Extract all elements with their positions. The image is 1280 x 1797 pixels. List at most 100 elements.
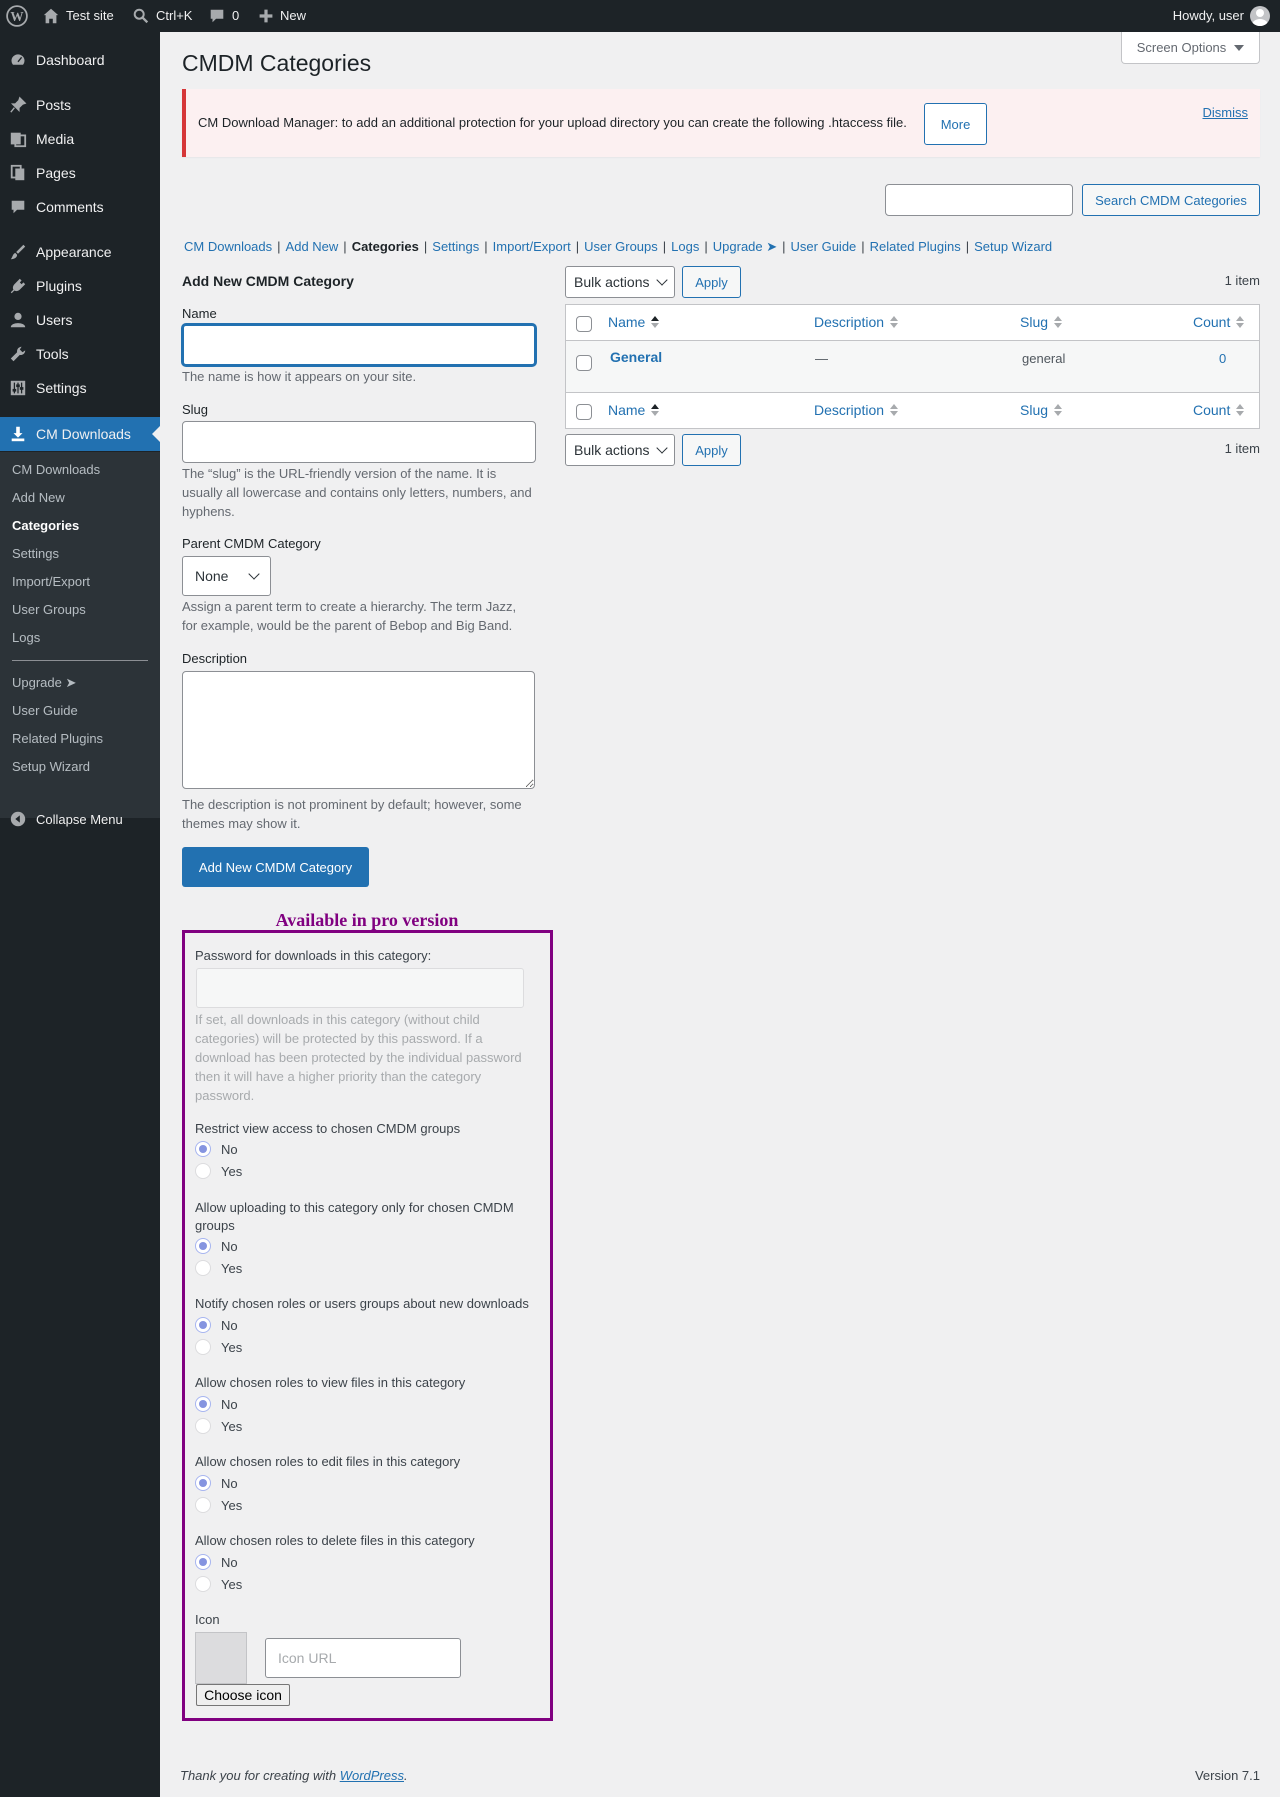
new-content-link[interactable]: New — [258, 0, 306, 32]
avatar — [1250, 6, 1270, 26]
more-button[interactable]: More — [924, 103, 987, 145]
sort-icon — [1236, 404, 1245, 416]
submenu-user-groups[interactable]: User Groups — [12, 602, 86, 617]
wordpress-logo-icon[interactable]: W — [6, 0, 28, 32]
radio-edit-files-no[interactable]: No — [195, 1475, 238, 1491]
site-name-link[interactable]: Test site — [42, 0, 114, 32]
screen-options-button[interactable]: Screen Options — [1121, 32, 1260, 64]
sidebar-item-users[interactable]: Users — [0, 303, 160, 337]
column-label: Name — [608, 402, 646, 418]
sidebar-item-cm-downloads[interactable]: CM Downloads — [0, 417, 160, 451]
submenu-user-guide[interactable]: User Guide — [12, 703, 78, 718]
column-count[interactable]: Count — [1193, 314, 1245, 330]
sidebar-item-appearance[interactable]: Appearance — [0, 235, 160, 269]
user-account-menu[interactable]: Howdy, user — [1173, 0, 1270, 32]
pin-icon — [0, 96, 36, 114]
add-new-category-button[interactable]: Add New CMDM Category — [182, 847, 369, 887]
apply-button-bottom[interactable]: Apply — [682, 434, 741, 466]
submenu-related-plugins[interactable]: Related Plugins — [12, 731, 103, 746]
comments-link[interactable]: 0 — [208, 0, 239, 32]
dismiss-link[interactable]: Dismiss — [1203, 105, 1249, 120]
radio-allow-upload-no[interactable]: No — [195, 1238, 238, 1254]
radio-restrict-view-yes[interactable]: Yes — [195, 1163, 242, 1179]
sidebar-item-settings[interactable]: Settings — [0, 371, 160, 405]
submenu-cm-downloads[interactable]: CM Downloads — [12, 462, 100, 477]
collapse-menu-button[interactable]: Collapse Menu — [0, 802, 160, 836]
column-name[interactable]: Name — [608, 314, 660, 330]
sidebar-item-tools[interactable]: Tools — [0, 337, 160, 371]
sidebar-item-pages[interactable]: Pages — [0, 156, 160, 190]
nav-settings[interactable]: Settings — [432, 239, 479, 254]
sidebar-item-plugins[interactable]: Plugins — [0, 269, 160, 303]
bulk-actions-select-top[interactable]: Bulk actions — [565, 266, 675, 298]
nav-add-new[interactable]: Add New — [286, 239, 339, 254]
slug-input[interactable] — [182, 421, 536, 463]
column-name-footer[interactable]: Name — [608, 402, 660, 418]
submenu-settings[interactable]: Settings — [12, 546, 59, 561]
nav-user-guide[interactable]: User Guide — [791, 239, 857, 254]
submenu-import-export[interactable]: Import/Export — [12, 574, 90, 589]
column-label: Description — [814, 314, 885, 330]
nav-separator: | — [662, 239, 667, 254]
column-count-footer[interactable]: Count — [1193, 402, 1245, 418]
footer-version: Version 7.1 — [1194, 1768, 1260, 1783]
option-label: Allow chosen roles to view files in this… — [195, 1375, 466, 1390]
radio-view-files-no[interactable]: No — [195, 1396, 238, 1412]
column-description[interactable]: Description — [814, 314, 899, 330]
submenu-add-new[interactable]: Add New — [12, 490, 65, 505]
choose-icon-button[interactable]: Choose icon — [196, 1684, 290, 1706]
nav-logs[interactable]: Logs — [671, 239, 699, 254]
radio-delete-files-yes[interactable]: Yes — [195, 1576, 242, 1592]
nav-separator: | — [277, 239, 281, 254]
sidebar-item-media[interactable]: Media — [0, 122, 160, 156]
row-checkbox[interactable] — [576, 355, 592, 371]
select-all-checkbox-bottom[interactable] — [576, 404, 592, 420]
sidebar-item-posts[interactable]: Posts — [0, 88, 160, 122]
column-slug-footer[interactable]: Slug — [1020, 402, 1063, 418]
parent-help: Assign a parent term to create a hierarc… — [182, 599, 517, 633]
category-count-link[interactable]: 0 — [1219, 351, 1226, 366]
radio-edit-files-yes[interactable]: Yes — [195, 1497, 242, 1513]
parent-category-select[interactable]: None — [182, 556, 271, 596]
nav-upgrade[interactable]: Upgrade ➤ — [713, 239, 777, 254]
search-shortcut[interactable]: Ctrl+K — [132, 0, 192, 32]
submenu-categories[interactable]: Categories — [12, 518, 79, 533]
radio-restrict-view-no[interactable]: No — [195, 1141, 238, 1157]
radio-view-files-yes[interactable]: Yes — [195, 1418, 242, 1434]
select-all-checkbox[interactable] — [576, 316, 592, 332]
svg-text:W: W — [10, 9, 23, 24]
caret-down-icon — [1234, 44, 1245, 51]
submenu-setup-wizard[interactable]: Setup Wizard — [12, 759, 90, 774]
nav-user-groups[interactable]: User Groups — [584, 239, 658, 254]
radio-notify-no[interactable]: No — [195, 1317, 238, 1333]
category-password-input[interactable] — [196, 968, 524, 1008]
nav-categories[interactable]: Categories — [352, 239, 419, 254]
radio-allow-upload-yes[interactable]: Yes — [195, 1260, 242, 1276]
radio-notify-yes[interactable]: Yes — [195, 1339, 242, 1355]
sidebar-item-comments[interactable]: Comments — [0, 190, 160, 224]
sidebar-item-dashboard[interactable]: Dashboard — [0, 43, 160, 77]
submenu-upgrade[interactable]: Upgrade ➤ — [12, 675, 76, 691]
wordpress-link[interactable]: WordPress — [340, 1768, 404, 1783]
column-slug[interactable]: Slug — [1020, 314, 1063, 330]
apply-button-top[interactable]: Apply — [682, 266, 741, 298]
nav-import-export[interactable]: Import/Export — [493, 239, 571, 254]
submenu-logs[interactable]: Logs — [12, 630, 40, 645]
radio-delete-files-no[interactable]: No — [195, 1554, 238, 1570]
radio-label: No — [221, 1396, 238, 1412]
chevron-down-icon — [248, 568, 260, 580]
search-categories-button[interactable]: Search CMDM Categories — [1082, 184, 1260, 216]
comment-icon — [0, 198, 36, 216]
name-input[interactable] — [182, 324, 536, 366]
nav-related-plugins[interactable]: Related Plugins — [870, 239, 961, 254]
nav-cm-downloads[interactable]: CM Downloads — [184, 239, 272, 254]
icon-url-input[interactable]: Icon URL — [265, 1638, 461, 1678]
category-description: — — [815, 351, 828, 366]
category-name-link[interactable]: General — [610, 349, 662, 365]
radio-label: No — [221, 1238, 238, 1254]
search-input[interactable] — [885, 184, 1073, 216]
nav-setup-wizard[interactable]: Setup Wizard — [974, 239, 1052, 254]
bulk-actions-select-bottom[interactable]: Bulk actions — [565, 434, 675, 466]
column-description-footer[interactable]: Description — [814, 402, 899, 418]
description-textarea[interactable] — [182, 671, 535, 789]
